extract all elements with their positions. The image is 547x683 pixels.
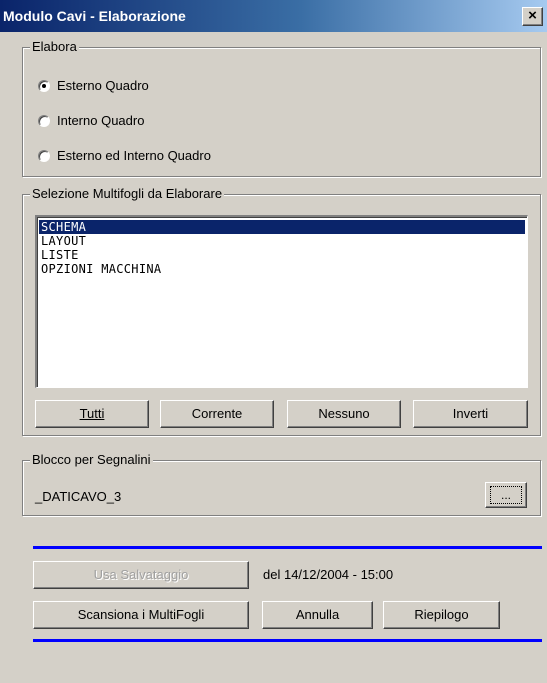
- inverti-label: Inverti: [452, 406, 489, 421]
- corrente-label: Corrente: [191, 406, 243, 421]
- inverti-button[interactable]: Inverti: [413, 400, 528, 428]
- blocco-group: Blocco per Segnalini _DATICAVO_3 ...: [22, 452, 541, 516]
- list-item[interactable]: LISTE: [39, 248, 525, 262]
- usa-salvataggio-label: Usa Salvataggio: [93, 567, 189, 582]
- title-bar[interactable]: Modulo Cavi - Elaborazione ×: [0, 0, 547, 32]
- radio-esterno-quadro[interactable]: Esterno Quadro: [38, 77, 149, 95]
- window-title: Modulo Cavi - Elaborazione: [3, 8, 186, 24]
- riepilogo-button[interactable]: Riepilogo: [383, 601, 500, 629]
- multifogli-listbox[interactable]: SCHEMA LAYOUT LISTE OPZIONI MACCHINA: [35, 215, 528, 388]
- tutti-button[interactable]: Tutti: [35, 400, 149, 428]
- radio-indicator[interactable]: [38, 80, 50, 92]
- nessuno-label: Nessuno: [318, 406, 370, 421]
- elabora-legend: Elabora: [30, 39, 79, 55]
- corrente-button[interactable]: Corrente: [160, 400, 274, 428]
- nessuno-button[interactable]: Nessuno: [287, 400, 401, 428]
- radio-esterno-ed-interno-quadro[interactable]: Esterno ed Interno Quadro: [38, 147, 211, 165]
- tutti-label: Tutti: [79, 406, 105, 421]
- selezione-legend: Selezione Multifogli da Elaborare: [30, 186, 225, 202]
- radio-label: Esterno ed Interno Quadro: [57, 148, 211, 163]
- blocco-legend: Blocco per Segnalini: [30, 452, 153, 468]
- list-item[interactable]: SCHEMA: [39, 220, 525, 234]
- usa-salvataggio-button[interactable]: Usa Salvataggio: [33, 561, 249, 589]
- blocco-value: _DATICAVO_3: [35, 489, 122, 504]
- salvataggio-date: del 14/12/2004 - 15:00: [263, 567, 394, 582]
- browse-label: ...: [490, 486, 522, 504]
- list-item[interactable]: OPZIONI MACCHINA: [39, 262, 525, 276]
- annulla-label: Annulla: [295, 607, 340, 622]
- close-button[interactable]: ×: [522, 7, 543, 26]
- riepilogo-label: Riepilogo: [414, 607, 469, 622]
- radio-indicator[interactable]: [38, 150, 50, 162]
- radio-label: Esterno Quadro: [57, 78, 149, 93]
- separator-line-bottom: [33, 639, 542, 642]
- radio-indicator[interactable]: [38, 115, 50, 127]
- separator-line-top: [33, 546, 542, 549]
- scansiona-button[interactable]: Scansiona i MultiFogli: [33, 601, 249, 629]
- scansiona-label: Scansiona i MultiFogli: [77, 607, 205, 622]
- close-icon: ×: [528, 7, 537, 24]
- annulla-button[interactable]: Annulla: [262, 601, 373, 629]
- elabora-group: Elabora Esterno Quadro Interno Quadro Es…: [22, 39, 541, 177]
- list-item[interactable]: LAYOUT: [39, 234, 525, 248]
- browse-button[interactable]: ...: [485, 482, 527, 508]
- radio-interno-quadro[interactable]: Interno Quadro: [38, 112, 144, 130]
- radio-label: Interno Quadro: [57, 113, 145, 128]
